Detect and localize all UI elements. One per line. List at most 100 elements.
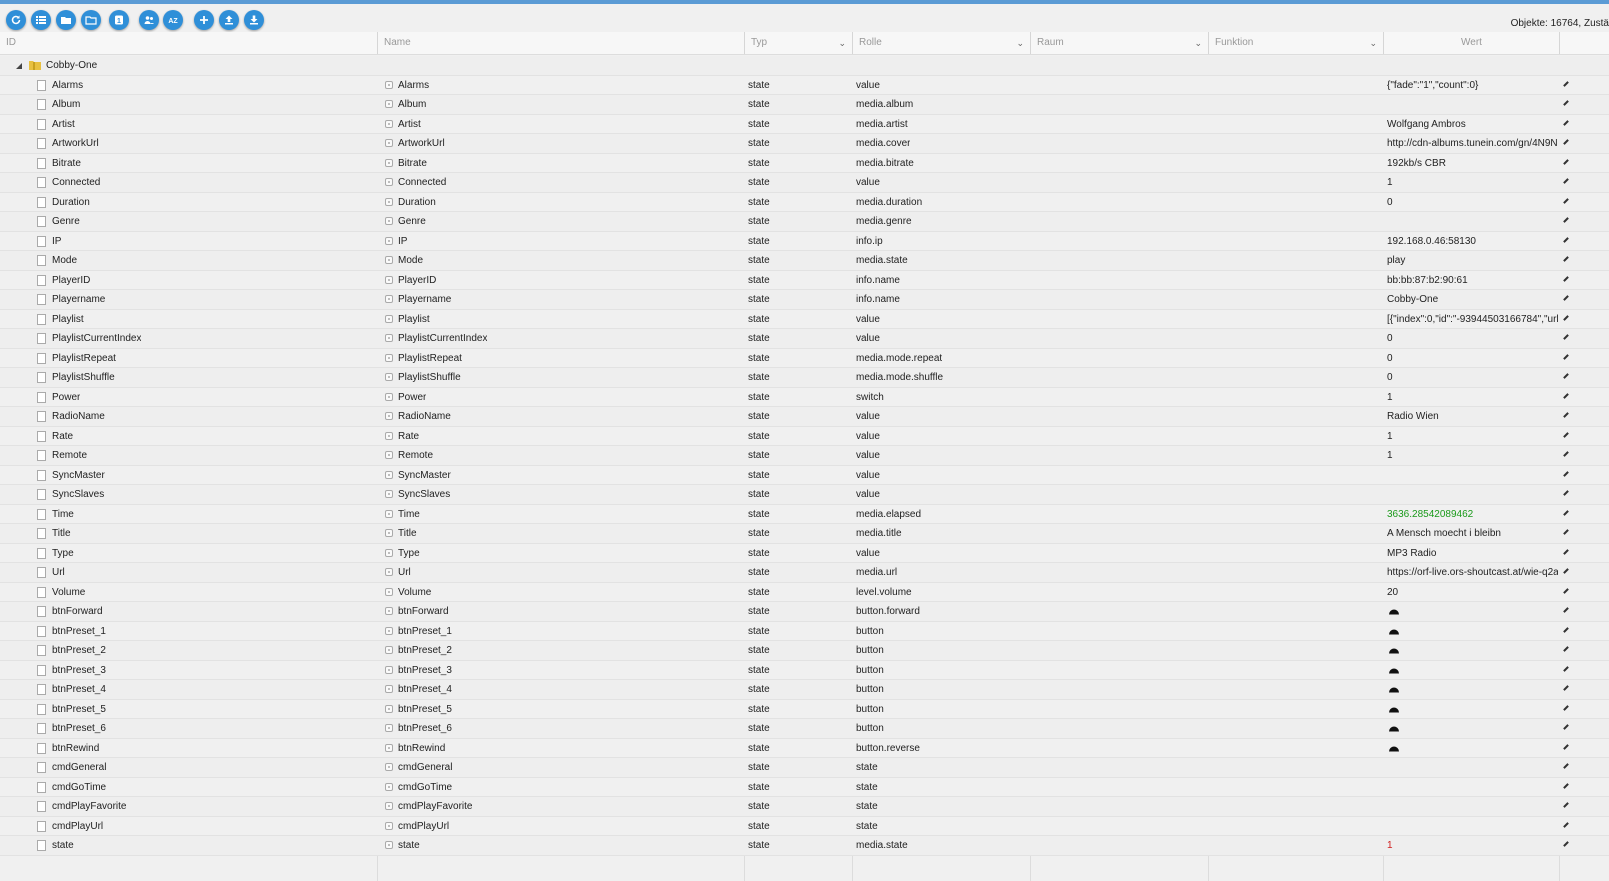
cell-rolle[interactable]: media.album bbox=[856, 95, 913, 114]
cell-rolle[interactable]: button.reverse bbox=[856, 739, 920, 758]
edit-icon[interactable] bbox=[1563, 100, 1569, 106]
cell-wert[interactable] bbox=[1387, 485, 1558, 504]
edit-icon[interactable] bbox=[1563, 665, 1569, 672]
cell-name[interactable]: Time bbox=[398, 505, 420, 524]
cell-rolle[interactable]: value bbox=[856, 485, 880, 504]
cell-rolle[interactable]: media.duration bbox=[856, 193, 922, 212]
cell-name[interactable]: Power bbox=[398, 388, 426, 407]
cell-name[interactable]: btnPreset_4 bbox=[398, 680, 452, 699]
cell-wert[interactable]: {"fade":"1","count":0} bbox=[1387, 76, 1558, 95]
column-header-typ[interactable]: Typ ⌄ bbox=[745, 32, 853, 54]
cell-wert[interactable]: 192.168.0.46:58130 bbox=[1387, 232, 1558, 251]
cell-rolle[interactable]: state bbox=[856, 797, 878, 816]
table-row[interactable]: btnPreset_4 btnPreset_4 state button bbox=[0, 680, 1609, 700]
cell-wert[interactable]: http://cdn-albums.tunein.com/gn/4N9N bbox=[1387, 134, 1558, 153]
cell-wert[interactable] bbox=[1387, 212, 1558, 231]
table-row[interactable]: RadioName RadioName state value Radio Wien bbox=[0, 407, 1609, 427]
table-row[interactable]: Genre Genre state media.genre bbox=[0, 212, 1609, 232]
cell-rolle[interactable]: state bbox=[856, 817, 878, 836]
edit-icon[interactable] bbox=[1563, 490, 1569, 496]
cell-name[interactable]: Volume bbox=[398, 583, 431, 602]
table-row[interactable]: Title Title state media.title A Mensch moech… bbox=[0, 524, 1609, 544]
download-icon[interactable] bbox=[244, 10, 264, 30]
users-icon[interactable] bbox=[139, 10, 159, 30]
cell-rolle[interactable]: button bbox=[856, 641, 884, 660]
cell-wert[interactable]: 1 bbox=[1387, 836, 1558, 855]
cell-wert[interactable] bbox=[1387, 95, 1558, 114]
edit-icon[interactable] bbox=[1563, 392, 1569, 399]
cell-name[interactable]: Mode bbox=[398, 251, 423, 270]
cell-rolle[interactable]: button bbox=[856, 700, 884, 719]
edit-icon[interactable] bbox=[1563, 217, 1569, 223]
edit-icon[interactable] bbox=[1563, 295, 1569, 301]
cell-wert[interactable] bbox=[1387, 778, 1558, 797]
edit-icon[interactable] bbox=[1563, 119, 1569, 126]
cell-name[interactable]: Url bbox=[398, 563, 411, 582]
cell-name[interactable]: cmdPlayUrl bbox=[398, 817, 449, 836]
push-button-icon[interactable] bbox=[1388, 685, 1400, 693]
add-icon[interactable] bbox=[194, 10, 214, 30]
table-row[interactable]: SyncSlaves SyncSlaves state value bbox=[0, 485, 1609, 505]
table-row[interactable]: btnPreset_3 btnPreset_3 state button bbox=[0, 660, 1609, 680]
cell-name[interactable]: ArtworkUrl bbox=[398, 134, 445, 153]
chevron-down-icon[interactable]: ⌄ bbox=[1194, 32, 1202, 54]
cell-name[interactable]: Type bbox=[398, 544, 420, 563]
cell-wert[interactable]: 1 bbox=[1387, 446, 1558, 465]
cell-wert[interactable]: https://orf-live.ors-shoutcast.at/wie-q2… bbox=[1387, 563, 1558, 582]
table-row[interactable]: Type Type state value MP3 Radio bbox=[0, 543, 1609, 563]
table-row[interactable]: Artist Artist state media.artist Wolfgang Am… bbox=[0, 114, 1609, 134]
edit-icon[interactable] bbox=[1563, 529, 1569, 535]
cell-wert[interactable]: Wolfgang Ambros bbox=[1387, 115, 1558, 134]
table-row[interactable]: Connected Connected state value 1 bbox=[0, 173, 1609, 193]
push-button-icon[interactable] bbox=[1388, 724, 1400, 732]
cell-rolle[interactable]: media.genre bbox=[856, 212, 912, 231]
cell-wert[interactable]: 3636.28542089462 bbox=[1387, 505, 1558, 524]
column-header-rolle[interactable]: Rolle ⌄ bbox=[853, 32, 1031, 54]
table-row[interactable]: btnForward btnForward state button.forward bbox=[0, 602, 1609, 622]
cell-name[interactable]: Artist bbox=[398, 115, 421, 134]
table-row[interactable]: Rate Rate state value 1 bbox=[0, 426, 1609, 446]
table-row[interactable]: Duration Duration state media.duration 0 bbox=[0, 192, 1609, 212]
cell-rolle[interactable]: media.state bbox=[856, 836, 908, 855]
edit-icon[interactable] bbox=[1563, 646, 1569, 652]
number-one-icon[interactable]: 1 bbox=[109, 10, 129, 30]
table-row[interactable]: PlaylistCurrentIndex PlaylistCurrentIndex… bbox=[0, 329, 1609, 349]
cell-rolle[interactable]: level.volume bbox=[856, 583, 912, 602]
cell-name[interactable]: Connected bbox=[398, 173, 446, 192]
cell-name[interactable]: RadioName bbox=[398, 407, 451, 426]
table-row[interactable]: PlaylistRepeat PlaylistRepeat state media.m… bbox=[0, 348, 1609, 368]
cell-rolle[interactable]: media.url bbox=[856, 563, 897, 582]
cell-rolle[interactable]: media.title bbox=[856, 524, 902, 543]
cell-rolle[interactable]: media.mode.repeat bbox=[856, 349, 942, 368]
cell-name[interactable]: Duration bbox=[398, 193, 436, 212]
table-row[interactable]: PlayerID PlayerID state info.name bb:bb:87:b… bbox=[0, 270, 1609, 290]
edit-icon[interactable] bbox=[1563, 685, 1569, 691]
cell-name[interactable]: btnPreset_5 bbox=[398, 700, 452, 719]
push-button-icon[interactable] bbox=[1388, 744, 1400, 752]
edit-icon[interactable] bbox=[1563, 314, 1569, 321]
edit-icon[interactable] bbox=[1563, 353, 1569, 360]
table-row[interactable]: Power Power state switch 1 bbox=[0, 387, 1609, 407]
cell-name[interactable]: btnPreset_1 bbox=[398, 622, 452, 641]
cell-rolle[interactable]: info.name bbox=[856, 290, 900, 309]
cell-rolle[interactable]: value bbox=[856, 329, 880, 348]
push-button-icon[interactable] bbox=[1388, 607, 1400, 615]
push-button-icon[interactable] bbox=[1388, 627, 1400, 635]
table-row[interactable]: Remote Remote state value 1 bbox=[0, 446, 1609, 466]
edit-icon[interactable] bbox=[1563, 197, 1569, 204]
cell-rolle[interactable]: value bbox=[856, 446, 880, 465]
cell-wert[interactable]: Radio Wien bbox=[1387, 407, 1558, 426]
column-header-funktion[interactable]: Funktion ⌄ bbox=[1209, 32, 1384, 54]
cell-wert[interactable]: 20 bbox=[1387, 583, 1558, 602]
edit-icon[interactable] bbox=[1563, 412, 1569, 418]
edit-icon[interactable] bbox=[1563, 841, 1569, 847]
table-row[interactable]: ArtworkUrl ArtworkUrl state media.cover http… bbox=[0, 134, 1609, 154]
table-row[interactable]: cmdPlayUrl cmdPlayUrl state state bbox=[0, 816, 1609, 836]
cell-wert[interactable]: MP3 Radio bbox=[1387, 544, 1558, 563]
cell-name[interactable]: btnRewind bbox=[398, 739, 445, 758]
column-header-raum[interactable]: Raum ⌄ bbox=[1031, 32, 1209, 54]
push-button-icon[interactable] bbox=[1388, 646, 1400, 654]
cell-rolle[interactable]: value bbox=[856, 427, 880, 446]
cell-wert[interactable]: 0 bbox=[1387, 329, 1558, 348]
sort-az-icon[interactable]: AZ bbox=[163, 10, 183, 30]
